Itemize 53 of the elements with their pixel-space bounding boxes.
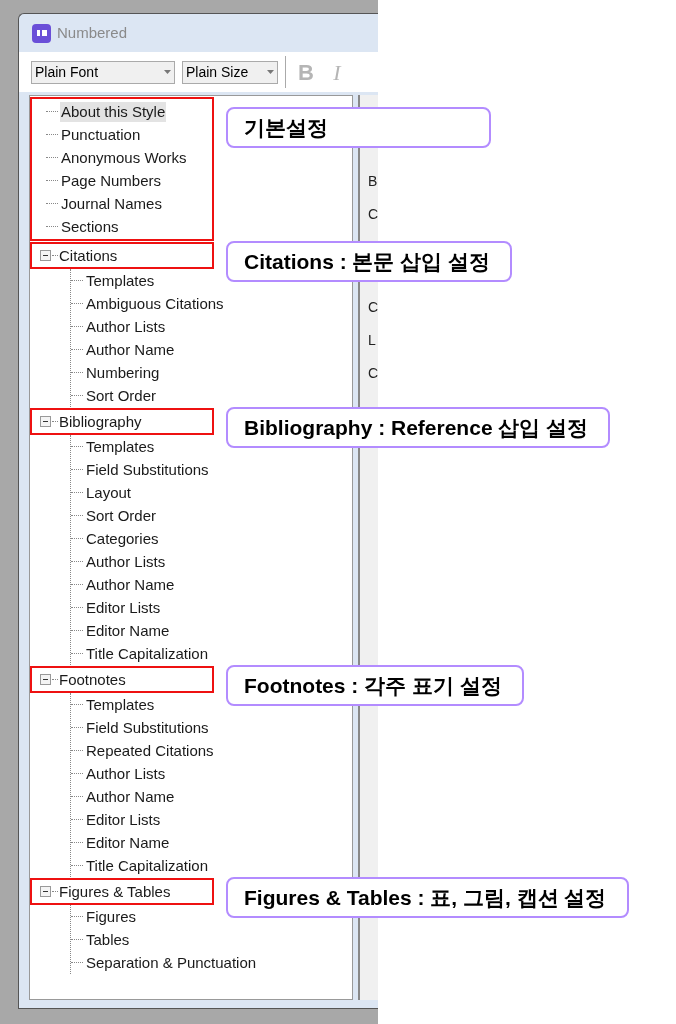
tree-item[interactable]: Tables — [85, 929, 131, 950]
callout: Figures & Tables : 표, 그림, 캡션 설정 — [226, 877, 629, 918]
field-label: B — [368, 172, 378, 191]
field-label: C — [368, 364, 378, 383]
size-dropdown[interactable]: Plain Size — [182, 60, 278, 84]
tree-item[interactable]: Separation & Punctuation — [85, 952, 258, 973]
tree-item[interactable]: Categories — [85, 528, 160, 549]
field-label: C — [368, 298, 378, 317]
tree-item[interactable]: Numbering — [85, 362, 161, 383]
tree-item[interactable]: Author Name — [85, 574, 176, 595]
tree-item[interactable]: Ambiguous Citations — [85, 293, 225, 314]
tree-item[interactable]: Sort Order — [85, 385, 158, 406]
tree-item[interactable]: Editor Name — [85, 832, 171, 853]
collapse-icon[interactable] — [40, 416, 51, 427]
tree-item[interactable]: Templates — [85, 694, 156, 715]
tree-item[interactable]: About this Style — [60, 101, 167, 122]
tree-item[interactable]: Author Name — [85, 339, 176, 360]
font-dropdown[interactable]: Plain Font — [31, 60, 175, 84]
tree-item[interactable]: Author Lists — [85, 763, 167, 784]
tree-item[interactable]: Anonymous Works — [60, 147, 188, 168]
window-title: Numbered — [57, 22, 128, 43]
tree-item[interactable]: Field Substitutions — [85, 459, 210, 480]
tree-item[interactable]: Editor Name — [85, 620, 171, 641]
collapse-icon[interactable] — [40, 674, 51, 685]
tree-item[interactable]: Templates — [85, 270, 156, 291]
tree-item[interactable]: Author Name — [85, 786, 176, 807]
app-logo-icon — [32, 23, 51, 43]
tree-item[interactable]: Author Lists — [85, 316, 167, 337]
collapse-icon[interactable] — [40, 250, 51, 261]
callout: Citations : 본문 삽입 설정 — [226, 241, 513, 282]
tree-item[interactable]: Author Lists — [85, 551, 167, 572]
callout: Footnotes : 각주 표기 설정 — [226, 665, 524, 706]
dropdown-caret-icon — [164, 70, 171, 74]
field-label: L — [368, 331, 377, 350]
tree-item[interactable]: Editor Lists — [85, 809, 162, 830]
tree-item[interactable]: Page Numbers — [60, 170, 163, 191]
tree-item[interactable]: Field Substitutions — [85, 717, 210, 738]
tree-item[interactable]: Repeated Citations — [85, 740, 215, 761]
tree-item[interactable]: Title Capitalization — [85, 855, 209, 876]
callout: Bibliography : Reference 삽입 설정 — [226, 407, 611, 448]
callout: 기본설정 — [226, 107, 491, 148]
tree-item[interactable]: Punctuation — [60, 124, 142, 145]
tree-item[interactable]: Layout — [85, 482, 133, 503]
tree-item[interactable]: Sort Order — [85, 505, 158, 526]
tree-item[interactable]: Title Capitalization — [85, 643, 209, 664]
tree-item[interactable]: Templates — [85, 436, 156, 457]
dropdown-caret-icon — [267, 70, 274, 74]
field-label: C — [368, 205, 378, 224]
tree-item[interactable]: Editor Lists — [85, 597, 162, 618]
tree-item[interactable]: Sections — [60, 216, 120, 237]
collapse-icon[interactable] — [40, 886, 51, 897]
tree-item[interactable]: Figures — [85, 906, 138, 927]
tree-item[interactable]: Journal Names — [60, 193, 163, 214]
